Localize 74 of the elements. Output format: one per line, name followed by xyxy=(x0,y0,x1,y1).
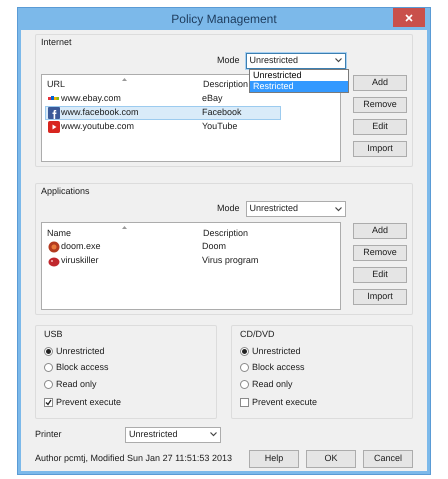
radio-label: Read only xyxy=(56,378,97,391)
column-header[interactable]: URL xyxy=(47,78,203,92)
list-row[interactable]: viruskiller Virus program xyxy=(45,254,281,268)
radio-button[interactable] xyxy=(44,380,53,389)
radio-label: Unrestricted xyxy=(252,344,301,358)
sort-arrow-icon xyxy=(122,226,127,229)
window-title: Policy Management xyxy=(170,11,278,28)
dropdown-option[interactable]: Unrestricted xyxy=(250,70,348,80)
list-row[interactable]: www.ebay.com eBay xyxy=(45,92,281,106)
list-cell-text: www.ebay.com xyxy=(61,92,122,105)
list-cell-text: Virus program xyxy=(202,254,258,268)
dialog-button[interactable]: Cancel xyxy=(363,450,413,468)
checkbox-label: Prevent execute xyxy=(252,396,318,409)
side-button[interactable]: Add xyxy=(353,223,407,239)
dialog-button[interactable]: Help xyxy=(249,450,299,468)
list-cell-text: eBay xyxy=(202,92,223,105)
list-cell-text: viruskiller xyxy=(61,254,100,268)
blob-icon xyxy=(48,256,60,266)
checkbox-label: Prevent execute xyxy=(56,396,122,409)
radio-label: Block access xyxy=(252,361,305,374)
side-button[interactable]: Remove xyxy=(353,245,407,261)
side-button[interactable]: Import xyxy=(353,140,407,156)
radio-label: Read only xyxy=(252,378,293,391)
column-header[interactable]: Name xyxy=(47,226,203,240)
list-cell-text: Facebook xyxy=(202,106,242,119)
mode-label: Mode xyxy=(217,202,240,216)
side-button[interactable]: Edit xyxy=(353,118,407,134)
radio-button[interactable] xyxy=(240,346,249,356)
chevron-down-icon xyxy=(334,206,342,212)
radio-button[interactable] xyxy=(240,380,249,389)
radio-button[interactable] xyxy=(44,346,53,356)
colorful-logo-icon xyxy=(48,95,59,102)
dropdown-value: Unrestricted xyxy=(250,54,298,67)
column-header[interactable]: Description xyxy=(203,78,248,92)
close-button[interactable] xyxy=(393,8,425,27)
group-label: Internet xyxy=(41,36,73,49)
checkbox[interactable] xyxy=(44,398,53,408)
dropdown-field[interactable]: Unrestricted xyxy=(246,201,346,217)
dropdown-value: Unrestricted xyxy=(250,202,298,216)
group-label: Applications xyxy=(41,184,91,198)
dropdown-field[interactable]: Unrestricted xyxy=(246,52,346,68)
side-button[interactable]: Edit xyxy=(353,267,407,283)
close-icon xyxy=(405,14,413,22)
group-label: USB xyxy=(44,328,64,341)
list-cell-text: Doom xyxy=(202,240,226,254)
dropdown-value: Unrestricted xyxy=(129,428,178,441)
list-cell-text: YouTube xyxy=(202,120,238,133)
dropdown-field[interactable]: Unrestricted xyxy=(125,426,221,442)
printer-label: Printer xyxy=(35,428,63,441)
mode-label: Mode xyxy=(217,54,240,67)
chevron-down-icon xyxy=(210,432,217,437)
group-label: CD/DVD xyxy=(240,328,276,341)
radio-button[interactable] xyxy=(240,363,249,372)
letter-f-logo-icon xyxy=(48,106,60,118)
column-header[interactable]: Description xyxy=(203,226,248,240)
radio-button[interactable] xyxy=(44,363,53,372)
round-logo-icon xyxy=(48,241,60,253)
radio-label: Block access xyxy=(56,361,109,374)
list-cell-text: www.facebook.com xyxy=(61,106,140,119)
side-button[interactable]: Remove xyxy=(353,96,407,112)
chevron-down-icon xyxy=(334,58,342,63)
list-row[interactable]: www.facebook.com Facebook xyxy=(45,106,281,120)
checkbox[interactable] xyxy=(240,398,249,408)
sort-arrow-icon xyxy=(122,78,127,80)
radio-label: Unrestricted xyxy=(56,344,105,358)
dialog-button[interactable]: OK xyxy=(306,450,356,468)
list-cell-text: doom.exe xyxy=(61,240,102,254)
status-text: Author pcmtj, Modified Sun Jan 27 11:51:53 2013 xyxy=(35,452,232,465)
list-row[interactable]: doom.exe Doom xyxy=(45,240,281,254)
list-row[interactable]: www.youtube.com YouTube xyxy=(45,120,281,134)
list-cell-text: www.youtube.com xyxy=(61,120,136,133)
play-logo-icon xyxy=(48,120,60,132)
side-button[interactable]: Add xyxy=(353,74,407,90)
side-button[interactable]: Import xyxy=(353,289,407,305)
